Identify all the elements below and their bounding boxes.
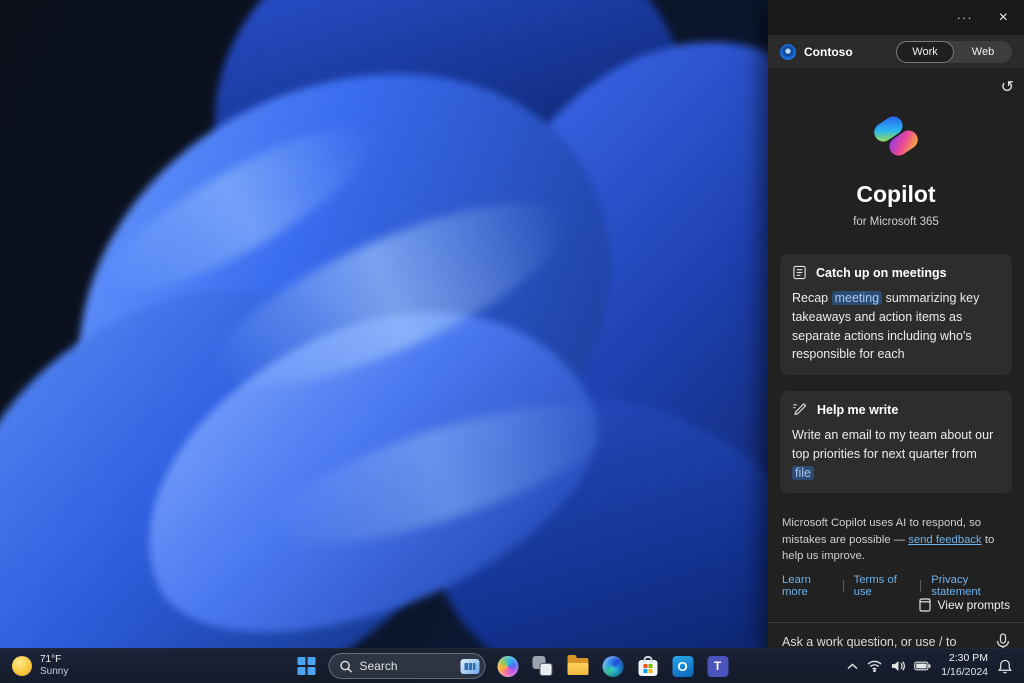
tray-chevron-icon[interactable] (847, 662, 858, 670)
prompt-card-write[interactable]: Help me write Write an email to my team … (780, 391, 1012, 494)
privacy-statement-link[interactable]: Privacy statement (931, 574, 1010, 598)
learn-more-link[interactable]: Learn more (782, 574, 833, 598)
card-body: Write an email to my team about our top … (792, 426, 1000, 482)
copilot-logo-icon (870, 110, 922, 162)
work-web-toggle: Work Web (896, 40, 1012, 63)
send-feedback-link[interactable]: send feedback (908, 534, 982, 546)
card-header: Catch up on meetings (792, 265, 1000, 280)
org-name: Contoso (804, 44, 853, 59)
divider (842, 580, 844, 593)
footer-links: Learn more Terms of use Privacy statemen… (768, 574, 1024, 598)
taskbar-icon-file-explorer[interactable] (565, 653, 591, 679)
edge-browser-icon (602, 655, 623, 677)
taskbar-icon-microsoft-store[interactable] (635, 653, 661, 679)
toggle-web[interactable]: Web (954, 42, 1012, 62)
search-placeholder: Search (359, 659, 398, 673)
copilot-app-icon (497, 655, 518, 677)
sun-icon (12, 656, 32, 676)
prompt-cards: Catch up on meetings Recap meeting summa… (768, 254, 1024, 494)
composer-box: 0/4000 (782, 633, 1010, 648)
microphone-icon[interactable] (996, 633, 1010, 648)
ai-disclaimer: Microsoft Copilot uses AI to respond, so… (768, 515, 1024, 564)
chat-input[interactable] (782, 633, 990, 648)
view-prompts-button[interactable]: View prompts (918, 598, 1010, 613)
task-view-icon (532, 656, 553, 676)
copilot-body: ↺ Copilot for Microsoft 365 Catch up on … (768, 68, 1024, 648)
copilot-title: Copilot (856, 181, 936, 207)
desktop-screen: ··· × Contoso Work Web ↺ Copilot for Mic… (0, 0, 1024, 683)
battery-icon[interactable] (914, 661, 931, 671)
search-highlights-icon (460, 658, 480, 674)
taskbar-icon-teams[interactable]: T (705, 653, 731, 679)
taskbar: 71°F Sunny Search O T 2:30 PM 1/16/2024 (0, 648, 1024, 683)
close-button[interactable]: × (999, 9, 1008, 26)
prompt-book-icon (918, 598, 931, 612)
taskbar-icon-outlook[interactable]: O (670, 653, 696, 679)
clock[interactable]: 2:30 PM 1/16/2024 (941, 652, 988, 679)
copilot-titlebar: ··· × (768, 0, 1024, 35)
card-text: Recap (792, 291, 832, 305)
terms-of-use-link[interactable]: Terms of use (854, 574, 911, 598)
divider (920, 580, 922, 593)
view-prompts-label: View prompts (937, 598, 1010, 613)
taskbar-center: Search O T (294, 653, 731, 679)
windows-logo-icon (297, 657, 316, 675)
start-button[interactable] (294, 653, 320, 679)
meeting-notes-icon (792, 265, 807, 280)
view-prompts-row: View prompts (768, 598, 1024, 622)
copilot-header: Contoso Work Web (768, 35, 1024, 68)
weather-condition: Sunny (40, 666, 69, 677)
card-title: Help me write (817, 402, 899, 417)
clock-time: 2:30 PM (948, 652, 988, 665)
card-body: Recap meeting summarizing key takeaways … (792, 289, 1000, 364)
entity-chip-file[interactable]: file (792, 465, 814, 480)
toggle-work[interactable]: Work (896, 40, 954, 63)
file-explorer-icon (567, 654, 588, 675)
card-title: Catch up on meetings (816, 265, 947, 280)
pencil-icon (792, 402, 808, 417)
speaker-icon[interactable] (891, 660, 906, 672)
copilot-panel: ··· × Contoso Work Web ↺ Copilot for Mic… (768, 0, 1024, 648)
composer: 0/4000 (768, 622, 1024, 648)
outlook-icon: O (672, 655, 693, 677)
prompt-card-meetings[interactable]: Catch up on meetings Recap meeting summa… (780, 254, 1012, 375)
contoso-logo-icon (780, 43, 796, 60)
card-text: Write an email to my team about our top … (792, 428, 994, 461)
history-icon[interactable]: ↺ (1001, 80, 1014, 96)
search-icon (340, 660, 353, 673)
copilot-brand: Copilot for Microsoft 365 (768, 110, 1024, 228)
clock-date: 1/16/2024 (941, 666, 988, 678)
system-tray: 2:30 PM 1/16/2024 (847, 652, 1024, 679)
taskbar-icon-task-view[interactable] (530, 653, 556, 679)
teams-icon: T (707, 655, 728, 677)
microsoft-store-icon (638, 655, 657, 676)
search-box[interactable]: Search (328, 653, 486, 679)
notification-bell-icon[interactable] (998, 659, 1012, 674)
copilot-subtitle: for Microsoft 365 (853, 216, 939, 228)
wifi-icon[interactable] (867, 660, 882, 672)
weather-temperature: 71°F (40, 653, 62, 665)
taskbar-icon-edge[interactable] (600, 653, 626, 679)
entity-chip-meeting[interactable]: meeting (831, 291, 883, 305)
card-header: Help me write (792, 402, 1000, 417)
more-options-button[interactable]: ··· (957, 10, 973, 25)
taskbar-icon-copilot[interactable] (495, 653, 521, 679)
weather-widget[interactable]: 71°F Sunny (0, 654, 68, 679)
